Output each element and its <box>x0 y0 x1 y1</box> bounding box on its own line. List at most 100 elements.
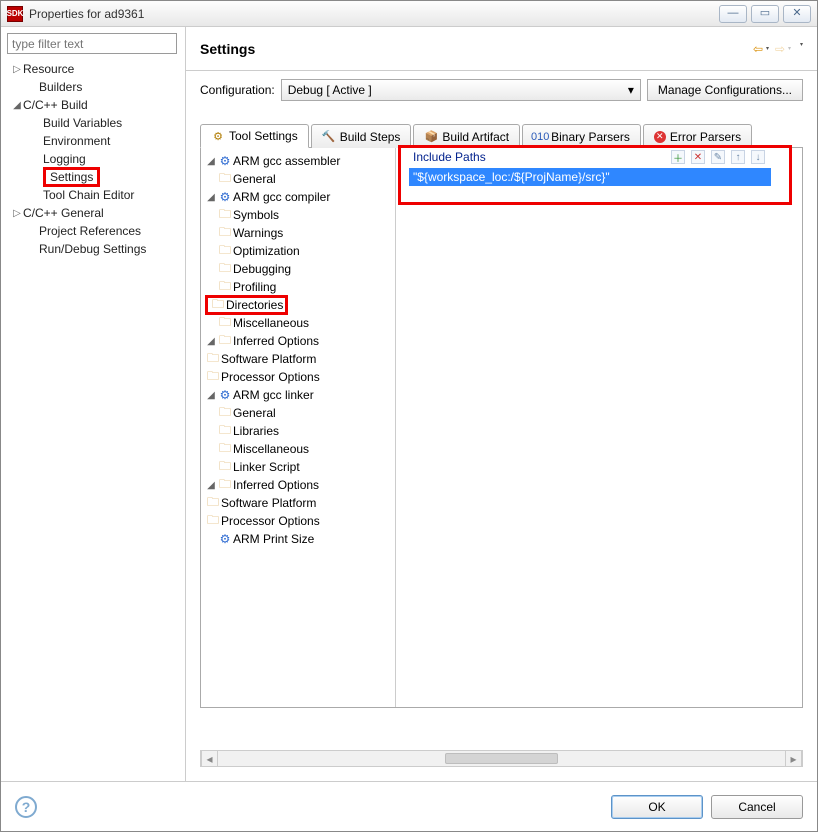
tree-item-projrefs[interactable]: Project References <box>7 222 179 240</box>
folder-icon: 🗀 <box>217 478 233 492</box>
tree-item-rundebug[interactable]: Run/Debug Settings <box>7 240 179 258</box>
folder-icon: 🗀 <box>217 244 233 258</box>
directories-detail: Include Paths ＋ ✕ ✎ ↑ ↓ "${workspace_loc… <box>396 148 802 707</box>
sdk-icon: SDK <box>7 6 23 22</box>
include-paths-label: Include Paths <box>413 150 486 164</box>
node-profiling[interactable]: 🗀Profiling <box>201 278 395 296</box>
node-proc-comp[interactable]: 🗀Processor Options <box>201 368 395 386</box>
node-linker[interactable]: ◢⚙ARM gcc linker <box>201 386 395 404</box>
highlight-include-paths: Include Paths ＋ ✕ ✎ ↑ ↓ "${workspace_loc… <box>398 145 792 205</box>
tree-item-toolchain[interactable]: Tool Chain Editor <box>7 186 179 204</box>
add-icon[interactable]: ＋ <box>671 150 685 164</box>
folder-icon: 🗀 <box>217 406 233 420</box>
category-tree: ▷Resource Builders ◢C/C++ Build Build Va… <box>7 60 179 258</box>
tree-item-ccgeneral[interactable]: ▷C/C++ General <box>7 204 179 222</box>
filter-input[interactable] <box>7 33 177 54</box>
dialog-body: ▷Resource Builders ◢C/C++ Build Build Va… <box>1 27 817 781</box>
page-title: Settings <box>200 41 753 57</box>
folder-icon: 🗀 <box>217 280 233 294</box>
folder-icon: 🗀 <box>205 496 221 510</box>
node-compiler[interactable]: ◢⚙ARM gcc compiler <box>201 188 395 206</box>
node-misc[interactable]: 🗀Miscellaneous <box>201 314 395 332</box>
node-symbols[interactable]: 🗀Symbols <box>201 206 395 224</box>
binary-icon: 010 <box>533 130 547 144</box>
cpu-icon: ⚙ <box>217 388 233 402</box>
configuration-select[interactable]: Debug [ Active ] ▾ <box>281 79 641 101</box>
tree-item-builders[interactable]: Builders <box>7 78 179 96</box>
move-down-icon[interactable]: ↓ <box>751 150 765 164</box>
settings-header: Settings ⇦▾ ⇨▾ ▾ <box>186 27 817 71</box>
node-debugging[interactable]: 🗀Debugging <box>201 260 395 278</box>
minimize-button[interactable]: — <box>719 5 747 23</box>
tool-settings-body: ◢⚙ARM gcc assembler 🗀General ◢⚙ARM gcc c… <box>200 148 803 708</box>
folder-icon: 🗀 <box>217 424 233 438</box>
folder-icon: 🗀 <box>217 442 233 456</box>
configuration-label: Configuration: <box>200 83 275 97</box>
tree-item-ccbuild[interactable]: ◢C/C++ Build <box>7 96 179 114</box>
back-arrow-icon[interactable]: ⇦▾ <box>753 41 769 57</box>
include-path-entry[interactable]: "${workspace_loc:/${ProjName}/src}" <box>409 168 771 186</box>
cpu-icon: ⚙ <box>217 154 233 168</box>
node-libraries[interactable]: 🗀Libraries <box>201 422 395 440</box>
node-inferred-comp[interactable]: ◢🗀Inferred Options <box>201 332 395 350</box>
tab-build-steps[interactable]: 🔨Build Steps <box>311 124 412 148</box>
folder-icon: 🗀 <box>217 316 233 330</box>
node-proc-link[interactable]: 🗀Processor Options <box>201 512 395 530</box>
window-title: Properties for ad9361 <box>29 7 715 21</box>
node-linker-general[interactable]: 🗀General <box>201 404 395 422</box>
node-asm-general[interactable]: 🗀General <box>201 170 395 188</box>
scroll-right-icon[interactable]: ▸ <box>785 751 802 766</box>
node-asm[interactable]: ◢⚙ARM gcc assembler <box>201 152 395 170</box>
properties-dialog: SDK Properties for ad9361 — ▭ ✕ ▷Resourc… <box>0 0 818 832</box>
tree-item-resource[interactable]: ▷Resource <box>7 60 179 78</box>
node-linker-misc[interactable]: 🗀Miscellaneous <box>201 440 395 458</box>
edit-icon[interactable]: ✎ <box>711 150 725 164</box>
close-button[interactable]: ✕ <box>783 5 811 23</box>
artifact-icon: 📦 <box>424 130 438 144</box>
node-sw-link[interactable]: 🗀Software Platform <box>201 494 395 512</box>
node-printsize[interactable]: ⚙ARM Print Size <box>201 530 395 548</box>
ok-button[interactable]: OK <box>611 795 703 819</box>
manage-configurations-button[interactable]: Manage Configurations... <box>647 79 803 101</box>
gear-icon: ⚙ <box>211 129 225 143</box>
node-sw-comp[interactable]: 🗀Software Platform <box>201 350 395 368</box>
tab-tool-settings[interactable]: ⚙Tool Settings <box>200 124 309 148</box>
node-inferred-link[interactable]: ◢🗀Inferred Options <box>201 476 395 494</box>
folder-icon: 🗀 <box>217 208 233 222</box>
category-pane: ▷Resource Builders ◢C/C++ Build Build Va… <box>1 27 186 781</box>
move-up-icon[interactable]: ↑ <box>731 150 745 164</box>
delete-icon[interactable]: ✕ <box>691 150 705 164</box>
help-icon[interactable]: ? <box>15 796 37 818</box>
horizontal-scrollbar[interactable]: ◂ ▸ <box>200 750 803 767</box>
hammer-icon: 🔨 <box>322 130 336 144</box>
tree-item-logging[interactable]: Logging <box>7 150 179 168</box>
menu-dropdown-icon[interactable]: ▾ <box>800 41 803 57</box>
tree-item-environment[interactable]: Environment <box>7 132 179 150</box>
nav-arrows: ⇦▾ ⇨▾ ▾ <box>753 41 803 57</box>
folder-icon: 🗀 <box>205 352 221 366</box>
scroll-left-icon[interactable]: ◂ <box>201 751 218 766</box>
folder-icon: 🗀 <box>205 514 221 528</box>
folder-icon: 🗀 <box>217 334 233 348</box>
folder-icon: 🗀 <box>217 460 233 474</box>
settings-pane: Settings ⇦▾ ⇨▾ ▾ Configuration: Debug [ … <box>186 27 817 781</box>
folder-icon: 🗀 <box>205 370 221 384</box>
node-linker-script[interactable]: 🗀Linker Script <box>201 458 395 476</box>
tree-item-settings[interactable]: Settings <box>7 168 179 186</box>
node-directories[interactable]: 🗀Directories <box>201 296 395 314</box>
chevron-down-icon: ▾ <box>628 83 634 97</box>
cpu-icon: ⚙ <box>217 532 233 546</box>
maximize-button[interactable]: ▭ <box>751 5 779 23</box>
folder-icon: 🗀 <box>217 262 233 276</box>
node-warnings[interactable]: 🗀Warnings <box>201 224 395 242</box>
tool-tree: ◢⚙ARM gcc assembler 🗀General ◢⚙ARM gcc c… <box>201 148 396 707</box>
tree-item-buildvars[interactable]: Build Variables <box>7 114 179 132</box>
folder-icon: 🗀 <box>217 226 233 240</box>
cancel-button[interactable]: Cancel <box>711 795 803 819</box>
titlebar: SDK Properties for ad9361 — ▭ ✕ <box>1 1 817 27</box>
node-optimization[interactable]: 🗀Optimization <box>201 242 395 260</box>
forward-arrow-icon: ⇨▾ <box>775 41 791 57</box>
include-toolbar: ＋ ✕ ✎ ↑ ↓ <box>671 150 765 164</box>
folder-icon: 🗀 <box>210 298 226 312</box>
scroll-thumb[interactable] <box>445 753 558 764</box>
